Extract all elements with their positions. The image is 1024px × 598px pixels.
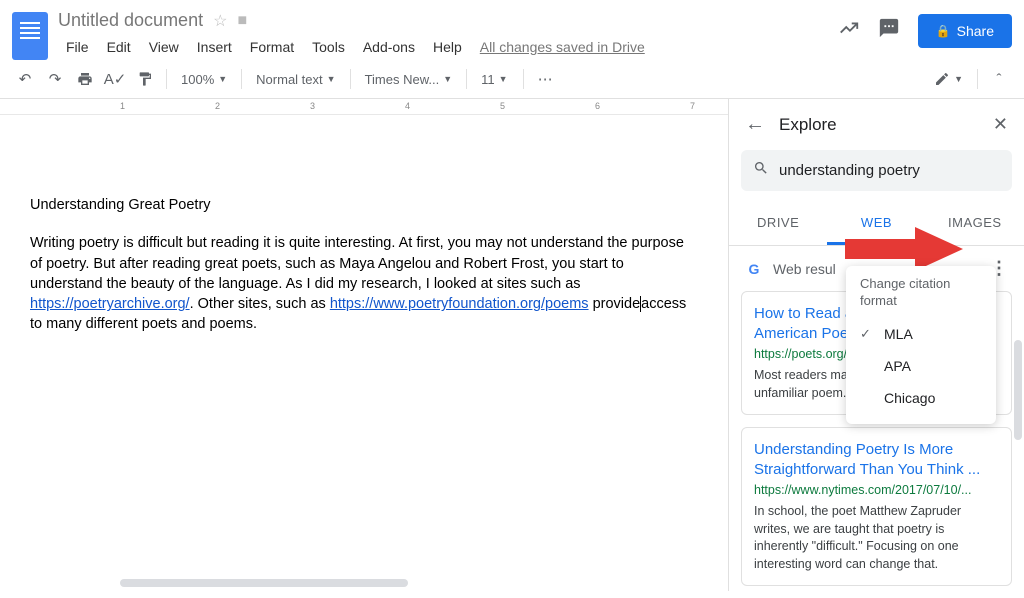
editing-mode-dropdown[interactable]: ▼ — [928, 67, 969, 91]
menu-tools[interactable]: Tools — [304, 35, 353, 59]
spellcheck-button[interactable]: A✓ — [102, 66, 128, 92]
menu-view[interactable]: View — [141, 35, 187, 59]
vertical-scrollbar[interactable] — [1014, 340, 1022, 440]
back-arrow-icon[interactable]: ← — [745, 113, 765, 136]
explore-header: ← Explore ✕ — [729, 99, 1024, 150]
citation-option-apa[interactable]: APA — [846, 350, 996, 382]
font-value: Times New... — [365, 72, 440, 87]
docs-logo-icon[interactable] — [12, 12, 48, 60]
caret-icon: ▼ — [218, 74, 227, 84]
activity-icon[interactable] — [838, 17, 860, 45]
paint-format-button[interactable] — [132, 66, 158, 92]
explore-search-input[interactable] — [779, 162, 1000, 179]
horizontal-scrollbar[interactable] — [120, 579, 408, 587]
result-title: Understanding Poetry Is More Straightfor… — [754, 440, 999, 479]
document-area: 1 2 3 4 5 6 7 Understanding Great Poetry… — [0, 99, 728, 591]
tab-web[interactable]: WEB — [827, 203, 925, 245]
star-icon[interactable]: ☆ — [213, 11, 227, 31]
title-row: Untitled document ☆ ■ — [58, 8, 838, 31]
tab-drive[interactable]: DRIVE — [729, 203, 827, 245]
para-text: provide — [589, 296, 641, 312]
ruler-mark: 5 — [500, 101, 505, 111]
ruler[interactable]: 1 2 3 4 5 6 7 — [0, 99, 728, 115]
citation-menu-title: Change citation format — [846, 276, 996, 318]
menu-edit[interactable]: Edit — [99, 35, 139, 59]
ruler-mark: 1 — [120, 101, 125, 111]
menu-file[interactable]: File — [58, 35, 97, 59]
result-url: https://www.nytimes.com/2017/07/10/... — [754, 483, 999, 497]
tab-images[interactable]: IMAGES — [926, 203, 1024, 245]
style-value: Normal text — [256, 72, 322, 87]
doc-link-2[interactable]: https://www.poetryfoundation.org/poems — [330, 296, 589, 312]
ruler-mark: 4 — [405, 101, 410, 111]
folder-icon[interactable]: ■ — [237, 12, 247, 30]
separator — [166, 69, 167, 89]
ruler-mark: 2 — [215, 101, 220, 111]
share-button[interactable]: 🔒 Share — [918, 14, 1012, 48]
zoom-value: 100% — [181, 72, 214, 87]
zoom-dropdown[interactable]: 100% ▼ — [175, 68, 233, 91]
fontsize-value: 11 — [481, 72, 495, 87]
google-logo-icon: G — [745, 260, 763, 278]
caret-icon: ▼ — [327, 74, 336, 84]
result-desc: In school, the poet Matthew Zapruder wri… — [754, 503, 999, 573]
redo-button[interactable]: ↷ — [42, 66, 68, 92]
citation-label: Chicago — [884, 390, 935, 406]
explore-search-box[interactable] — [741, 150, 1012, 191]
menu-help[interactable]: Help — [425, 35, 470, 59]
ruler-mark: 6 — [595, 101, 600, 111]
separator — [523, 69, 524, 89]
document-page[interactable]: Understanding Great Poetry Writing poetr… — [0, 115, 728, 591]
header: Untitled document ☆ ■ File Edit View Ins… — [0, 0, 1024, 60]
style-dropdown[interactable]: Normal text ▼ — [250, 68, 341, 91]
print-button[interactable] — [72, 66, 98, 92]
para-text: . Other sites, such as — [190, 296, 330, 312]
doc-heading: Understanding Great Poetry — [30, 195, 698, 215]
undo-button[interactable]: ↶ — [12, 66, 38, 92]
menu-addons[interactable]: Add-ons — [355, 35, 423, 59]
saved-status[interactable]: All changes saved in Drive — [472, 35, 653, 59]
title-area: Untitled document ☆ ■ File Edit View Ins… — [58, 8, 838, 59]
check-icon: ✓ — [860, 326, 874, 342]
doc-paragraph: Writing poetry is difficult but reading … — [30, 233, 698, 334]
citation-option-mla[interactable]: ✓ MLA — [846, 318, 996, 350]
fontsize-dropdown[interactable]: 11 ▼ — [475, 68, 515, 91]
separator — [466, 69, 467, 89]
caret-icon: ▼ — [443, 74, 452, 84]
citation-option-chicago[interactable]: Chicago — [846, 382, 996, 414]
header-right: 🔒 Share — [838, 8, 1012, 48]
menu-format[interactable]: Format — [242, 35, 302, 59]
menu-insert[interactable]: Insert — [189, 35, 240, 59]
explore-title: Explore — [779, 115, 979, 135]
comment-icon[interactable] — [878, 17, 900, 45]
toolbar: ↶ ↷ A✓ 100% ▼ Normal text ▼ Times New...… — [0, 60, 1024, 99]
para-text: Writing poetry is difficult but reading … — [30, 235, 684, 292]
citation-label: APA — [884, 358, 911, 374]
close-icon[interactable]: ✕ — [993, 114, 1008, 135]
separator — [241, 69, 242, 89]
caret-icon: ▼ — [499, 74, 508, 84]
separator — [350, 69, 351, 89]
ruler-mark: 7 — [690, 101, 695, 111]
caret-icon: ▼ — [954, 74, 963, 84]
citation-format-menu: Change citation format ✓ MLA APA Chicago — [846, 266, 996, 424]
font-dropdown[interactable]: Times New... ▼ — [359, 68, 459, 91]
citation-label: MLA — [884, 326, 913, 342]
more-formatting-button[interactable]: ⋯ — [532, 66, 558, 92]
search-icon — [753, 160, 769, 181]
result-card[interactable]: Understanding Poetry Is More Straightfor… — [741, 427, 1012, 586]
menubar: File Edit View Insert Format Tools Add-o… — [58, 35, 838, 59]
lock-icon: 🔒 — [936, 24, 951, 38]
toolbar-right: ▼ ˆ — [928, 66, 1012, 92]
ruler-mark: 3 — [310, 101, 315, 111]
document-title[interactable]: Untitled document — [58, 10, 203, 31]
doc-link-1[interactable]: https://poetryarchive.org/ — [30, 296, 190, 312]
share-label: Share — [957, 23, 994, 39]
separator — [977, 69, 978, 89]
hide-menus-button[interactable]: ˆ — [986, 66, 1012, 92]
explore-tabs: DRIVE WEB IMAGES — [729, 203, 1024, 246]
